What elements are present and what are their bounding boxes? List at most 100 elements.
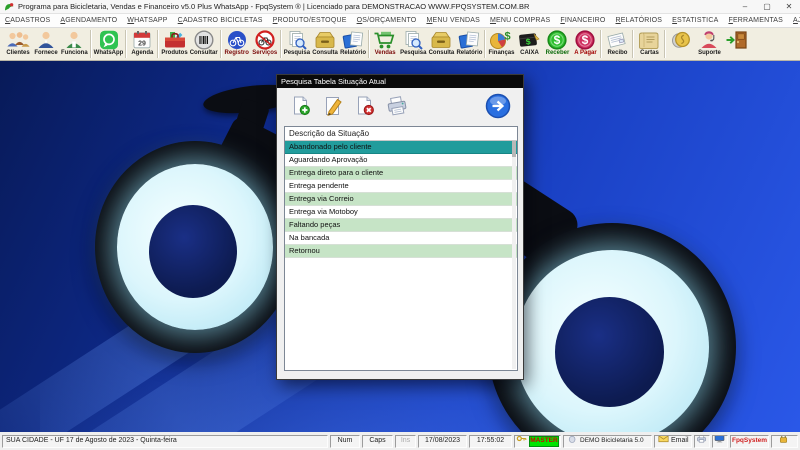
toolbar-fornece-button[interactable]: Fornece (32, 28, 60, 60)
menu-ferramentas[interactable]: FERRAMENTAS (723, 17, 788, 24)
toolbar-suporte-button[interactable]: Suporte (695, 28, 723, 60)
scroll-icon (636, 29, 662, 50)
toolbar-pesquisa-button[interactable]: Pesquisa (399, 28, 427, 60)
menu-financeiro[interactable]: FINANCEIRO (555, 17, 610, 24)
status-monitor[interactable] (712, 435, 728, 448)
list-item[interactable]: Entrega pendente (285, 180, 517, 193)
new-record-button[interactable] (287, 94, 315, 121)
toolbar-caixa-button[interactable]: $CAIXA (515, 28, 543, 60)
toolbar-finan-as-button[interactable]: $ Finanças (487, 28, 515, 60)
forward-button[interactable] (484, 93, 511, 120)
list-item[interactable]: Na bancada (285, 232, 517, 245)
report-icon (456, 29, 482, 50)
toolbar-consulta-button[interactable]: Consulta (311, 28, 339, 60)
toolbar-agenda-button[interactable]: 29Agenda (128, 28, 156, 60)
menu-whatsapp[interactable]: WHATSAPP (122, 17, 172, 24)
toolbar-door-button[interactable] (723, 28, 751, 60)
dollar-red-icon: $ (572, 29, 598, 50)
menu-os-or-amento[interactable]: OS/ORÇAMENTO (352, 17, 422, 24)
list-item[interactable]: Faltando peças (285, 219, 517, 232)
report-icon (340, 29, 366, 50)
status-date: 17/08/2023 (418, 435, 467, 448)
bike-red-icon (252, 29, 278, 50)
drawer-icon (312, 29, 338, 50)
bike-front-wheel (95, 141, 295, 353)
svg-text:$: $ (505, 30, 511, 42)
status-caps-lock: Caps (362, 435, 393, 448)
toolbar-coin-button[interactable] (667, 28, 695, 60)
toolbar-label: Produtos (161, 50, 187, 57)
toolbar-servi-os-button[interactable]: Serviços (251, 28, 279, 60)
calendar-icon: 29 (129, 29, 155, 50)
menu-relat-rios[interactable]: RELATÓRIOS (611, 17, 668, 24)
edit-record-button[interactable] (319, 94, 347, 121)
list-item[interactable]: Entrega via Motoboy (285, 206, 517, 219)
toolbar-clientes-button[interactable]: Clientes (4, 28, 32, 60)
toolbar-separator (90, 30, 92, 58)
status-printer[interactable] (694, 435, 710, 448)
menu-menu-compras[interactable]: MENU COMPRAS (485, 17, 555, 24)
toolbar-label: Receber (546, 50, 570, 57)
toolbar-funciona-button[interactable]: Funciona (60, 28, 89, 60)
key-icon (516, 435, 529, 448)
status-bar: SUA CIDADE - UF 17 de Agosto de 2023 - Q… (0, 432, 800, 450)
close-button[interactable]: ✕ (778, 0, 800, 13)
print-button[interactable] (383, 94, 411, 121)
toolbar-label: WhatsApp (94, 50, 124, 57)
menu-ajuda[interactable]: AJUDA (788, 17, 800, 24)
toolbar-label: Clientes (6, 50, 29, 57)
menu-cadastro-bicicletas[interactable]: CADASTRO BICICLETAS (173, 17, 268, 24)
toolbar-registro-button[interactable]: Registro (223, 28, 251, 60)
toolbar-cartas-button[interactable]: Cartas (635, 28, 663, 60)
printer-icon (384, 106, 410, 121)
list-item[interactable]: Entrega via Correio (285, 193, 517, 206)
people-icon (5, 29, 31, 50)
menu-estatistica[interactable]: ESTATISTICA (667, 17, 723, 24)
toolbar-receber-button[interactable]: $Receber (543, 28, 571, 60)
toolbar-label: Pesquisa (400, 50, 426, 57)
list-item[interactable]: Entrega direto para o cliente (285, 167, 517, 180)
toolbar-label: Cartas (640, 50, 659, 57)
situation-listbox[interactable]: Descrição da Situação Abandonado pelo cl… (284, 126, 518, 371)
menu-agendamento[interactable]: AGENDAMENTO (55, 17, 122, 24)
toolbar-whatsapp-button[interactable]: WhatsApp (93, 28, 125, 60)
svg-text:$: $ (582, 33, 589, 47)
menu-produto-estoque[interactable]: PRODUTO/ESTOQUE (268, 17, 352, 24)
toolbar-label: Finanças (488, 50, 514, 57)
list-scrollbar-thumb[interactable] (512, 141, 516, 157)
list-scrollbar[interactable] (512, 141, 516, 369)
status-email[interactable]: Email (654, 435, 692, 448)
status-product: DEMO Bicicletaria 5.0 (563, 435, 652, 448)
toolbar-relat-rio-button[interactable]: Relatório (339, 28, 367, 60)
toolbar-pesquisa-button[interactable]: Pesquisa (283, 28, 311, 60)
list-item[interactable]: Abandonado pelo cliente (285, 141, 517, 154)
padlock-icon (778, 435, 791, 448)
toolbar-label: Consulta (312, 50, 338, 57)
envelope-icon (658, 435, 671, 448)
maximize-button[interactable]: ▢ (756, 0, 778, 13)
menu-menu-vendas[interactable]: MENU VENDAS (421, 17, 485, 24)
dialog-title: Pesquisa Tabela Situação Atual (281, 77, 386, 86)
window-titlebar: Programa para Bicicletaria, Vendas e Fin… (0, 0, 800, 14)
toolbar-recibo-button[interactable]: Recibo (603, 28, 631, 60)
monitor-icon (714, 435, 727, 448)
toolbar-produtos-button[interactable]: Produtos (160, 28, 188, 60)
delete-record-button[interactable] (351, 94, 379, 121)
minimize-button[interactable]: – (734, 0, 756, 13)
toolbar-relat-rio-button[interactable]: Relatório (455, 28, 483, 60)
dialog-toolbar (277, 88, 523, 126)
menu-cadastros[interactable]: CADASTROS (0, 17, 55, 24)
barcode-icon (191, 29, 217, 50)
toolbar-separator (368, 30, 370, 58)
bike-blue-icon (224, 29, 250, 50)
toolbar-consulta-button[interactable]: Consulta (427, 28, 455, 60)
toolbar-a-pagar-button[interactable]: $A Pagar (571, 28, 599, 60)
toolbar-vendas-button[interactable]: Vendas (371, 28, 399, 60)
docsearch-icon (284, 29, 310, 50)
toolbar-consultar-button[interactable]: Consultar (189, 28, 219, 60)
toolbar-label: Relatório (456, 50, 482, 57)
toolbar-label: Pesquisa (284, 50, 310, 57)
list-item[interactable]: Aguardando Aprovação (285, 154, 517, 167)
list-item[interactable]: Retornou (285, 245, 517, 258)
app-logo-icon (3, 2, 15, 12)
